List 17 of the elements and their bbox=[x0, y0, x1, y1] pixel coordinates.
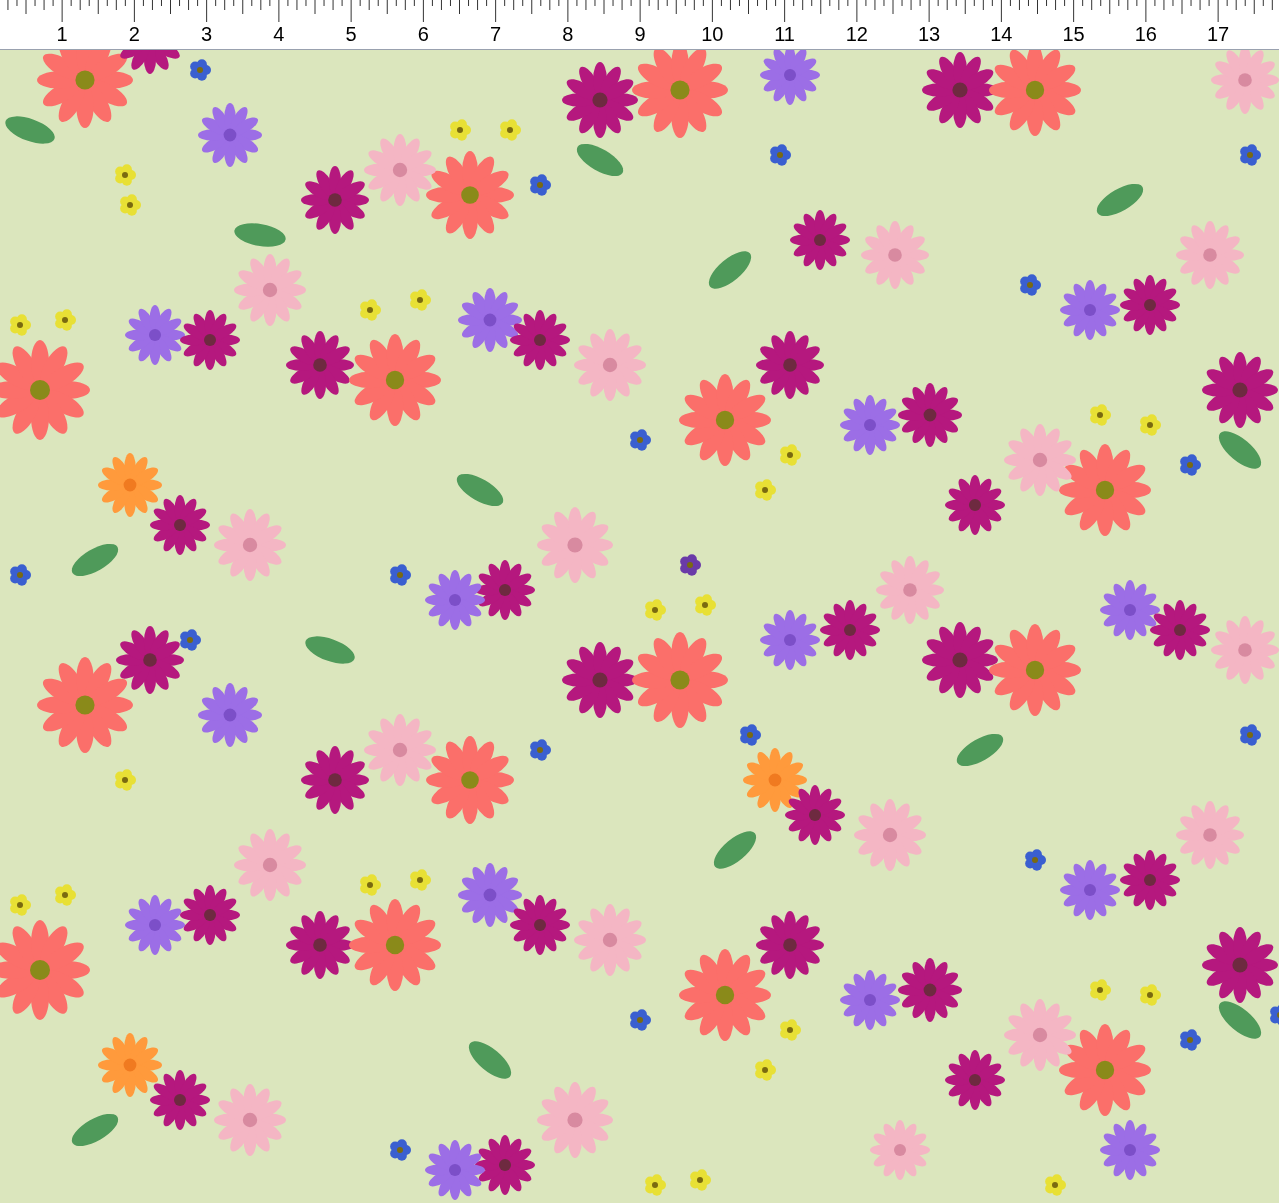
ruler-number: 2 bbox=[127, 22, 141, 46]
ruler-number: 5 bbox=[344, 22, 358, 46]
ruler-number: 8 bbox=[561, 22, 575, 46]
ruler-number: 17 bbox=[1206, 22, 1231, 46]
ruler-number: 13 bbox=[917, 22, 942, 46]
ruler-number: 1 bbox=[55, 22, 69, 46]
ruler-number: 12 bbox=[844, 22, 869, 46]
ruler-number: 9 bbox=[633, 22, 647, 46]
ruler-number: 10 bbox=[700, 22, 725, 46]
ruler-number: 6 bbox=[416, 22, 430, 46]
ruler-number: 3 bbox=[200, 22, 214, 46]
ruler-number: 14 bbox=[989, 22, 1014, 46]
ruler-number: 11 bbox=[773, 22, 796, 46]
ruler-number: 15 bbox=[1061, 22, 1086, 46]
ruler-number: 7 bbox=[489, 22, 503, 46]
ruler-number: 4 bbox=[272, 22, 286, 46]
ruler-number: 16 bbox=[1133, 22, 1158, 46]
